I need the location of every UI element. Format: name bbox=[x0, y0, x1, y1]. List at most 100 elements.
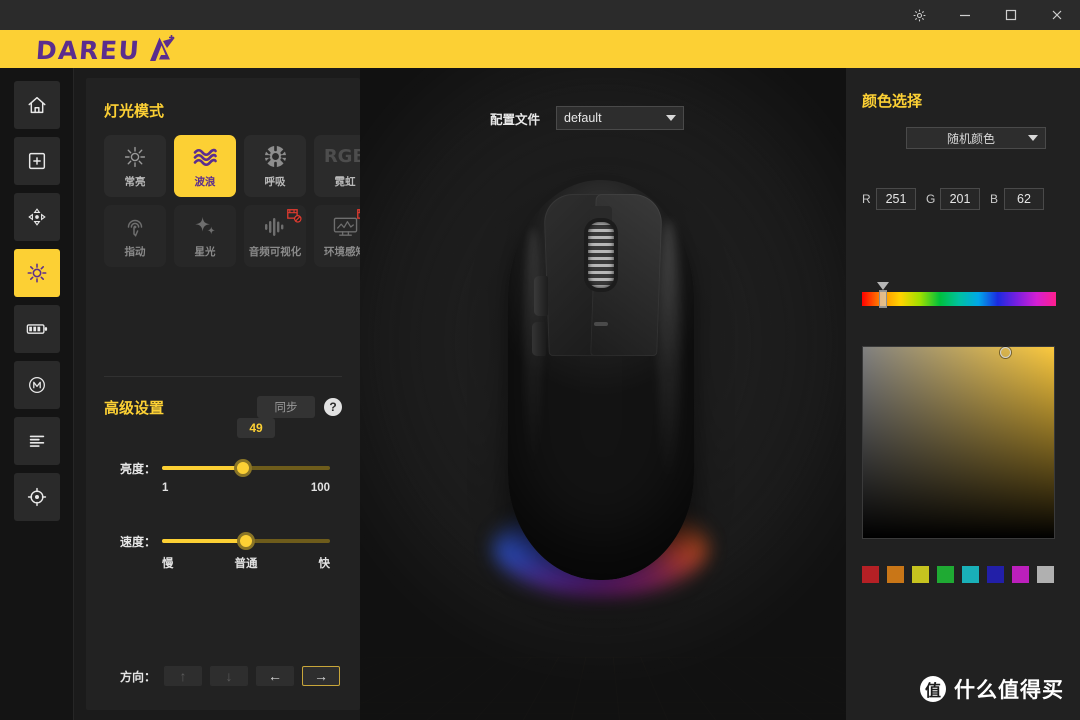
swatch-5[interactable] bbox=[987, 566, 1004, 583]
brightness-value-bubble: 49 bbox=[237, 418, 275, 438]
saturation-value-box[interactable] bbox=[862, 346, 1055, 539]
sidebar-item-list[interactable] bbox=[13, 417, 60, 465]
speed-track[interactable] bbox=[162, 532, 330, 550]
r-input[interactable]: 251 bbox=[876, 188, 916, 210]
minimize-icon bbox=[960, 14, 970, 17]
color-swatches bbox=[862, 566, 1054, 583]
mode-button-wave[interactable]: 波浪 bbox=[174, 135, 236, 197]
profile-row: 配置文件 default bbox=[490, 106, 685, 130]
lighting-panel-title: 灯光模式 bbox=[104, 103, 165, 120]
ripple-touch-icon bbox=[123, 214, 147, 240]
watermark-badge: 值 bbox=[920, 676, 946, 702]
mouse-scroll-wheel bbox=[588, 222, 614, 288]
brightness-fill bbox=[162, 466, 243, 470]
sidebar-item-calibration[interactable] bbox=[13, 473, 60, 521]
sidebar-item-home[interactable] bbox=[13, 81, 60, 129]
color-mode-select[interactable]: 随机颜色 bbox=[906, 127, 1046, 149]
close-button[interactable] bbox=[1034, 0, 1080, 30]
r-label: R bbox=[862, 192, 871, 206]
brightness-knob[interactable] bbox=[233, 459, 252, 477]
speed-tick-slow: 慢 bbox=[162, 558, 174, 570]
sidebar-item-macro[interactable] bbox=[13, 361, 60, 409]
swatch-0[interactable] bbox=[862, 566, 879, 583]
hue-slider[interactable] bbox=[862, 282, 1056, 308]
brightness-track[interactable] bbox=[162, 459, 330, 477]
settings-button[interactable] bbox=[896, 0, 942, 30]
audio-wave-icon bbox=[263, 214, 287, 240]
minimize-button[interactable] bbox=[942, 0, 988, 30]
body-area: 灯光模式 常亮 波浪 呼吸 RGB 霓虹 指动 星光 音频可视化 环境感知 高级… bbox=[0, 68, 1080, 720]
speed-tick-fast: 快 bbox=[318, 558, 331, 570]
speed-knob[interactable] bbox=[237, 532, 255, 550]
color-mode-value: 随机颜色 bbox=[946, 131, 995, 146]
app-window: DAREU 灯光模式 常亮 波浪 呼吸 RGB 霓虹 指动 星光 音频可视化 环… bbox=[0, 0, 1080, 720]
brightness-max: 100 bbox=[310, 482, 330, 494]
speed-ticks: 慢 普通 快 bbox=[162, 555, 330, 571]
mode-label: 波浪 bbox=[194, 175, 216, 188]
sun-rays-icon bbox=[123, 144, 147, 170]
home-icon bbox=[27, 96, 46, 114]
swatch-6[interactable] bbox=[1012, 566, 1029, 583]
sparkle-stars-icon bbox=[193, 214, 218, 240]
chevron-down-icon bbox=[1028, 135, 1038, 141]
mode-button-starlight[interactable]: 星光 bbox=[174, 205, 236, 267]
swatch-2[interactable] bbox=[912, 566, 929, 583]
gear-icon bbox=[913, 9, 925, 21]
mouse-side-button-1 bbox=[534, 276, 548, 316]
mode-label: 霓虹 bbox=[334, 175, 356, 188]
profile-select[interactable]: default bbox=[556, 106, 685, 130]
direction-row: 方向： ↑ ↓ ← → bbox=[104, 666, 342, 686]
help-button[interactable]: ? bbox=[324, 398, 342, 416]
sidebar-item-lighting[interactable] bbox=[13, 249, 60, 297]
monitor-chart-icon bbox=[333, 214, 358, 240]
swatch-1[interactable] bbox=[887, 566, 904, 583]
brightness-label: 亮度： bbox=[119, 462, 156, 476]
mode-label: 呼吸 bbox=[264, 175, 286, 188]
maximize-button[interactable] bbox=[988, 0, 1034, 30]
speed-label: 速度： bbox=[119, 535, 156, 549]
lighting-panel: 灯光模式 常亮 波浪 呼吸 RGB 霓虹 指动 星光 音频可视化 环境感知 高级… bbox=[86, 78, 376, 710]
direction-right-button[interactable]: → bbox=[302, 666, 340, 686]
hue-bar[interactable] bbox=[862, 292, 1056, 306]
direction-down-button[interactable]: ↓ bbox=[210, 666, 248, 686]
direction-left-button[interactable]: ← bbox=[256, 666, 294, 686]
speed-fill bbox=[162, 539, 246, 543]
watermark-text: 什么值得买 bbox=[954, 679, 1064, 702]
color-panel-title: 颜色选择 bbox=[862, 93, 923, 110]
waves-icon bbox=[192, 144, 218, 170]
crosshair-icon bbox=[27, 487, 46, 507]
mode-button-breathing[interactable]: 呼吸 bbox=[244, 135, 306, 197]
direction-label: 方向： bbox=[119, 669, 156, 684]
sync-button[interactable]: 同步 bbox=[257, 396, 315, 418]
plus-square-icon bbox=[28, 152, 45, 170]
sidebar-item-battery[interactable] bbox=[13, 305, 60, 353]
mode-button-steady[interactable]: 常亮 bbox=[104, 135, 166, 197]
hue-thumb[interactable] bbox=[879, 290, 888, 308]
mode-button-reactive[interactable]: 指动 bbox=[104, 205, 166, 267]
direction-up-button[interactable]: ↑ bbox=[164, 666, 202, 686]
list-lines-icon bbox=[29, 435, 44, 447]
brand-name: DAREU bbox=[34, 36, 142, 65]
move-arrows-icon bbox=[27, 208, 46, 226]
sidebar-item-buttons[interactable] bbox=[13, 137, 60, 185]
mouse-highlight-right bbox=[658, 220, 680, 490]
title-bar bbox=[0, 0, 1080, 30]
mode-button-audio-visualizer[interactable]: 音频可视化 bbox=[244, 205, 306, 267]
watermark: 值 什么值得买 bbox=[920, 674, 1064, 704]
swatch-7[interactable] bbox=[1037, 566, 1054, 583]
battery-icon bbox=[26, 324, 47, 334]
mode-label: 常亮 bbox=[124, 175, 146, 188]
sv-cursor[interactable] bbox=[1000, 346, 1012, 358]
mouse-preview bbox=[478, 180, 724, 600]
profile-label: 配置文件 bbox=[490, 112, 541, 127]
speed-tick-normal: 普通 bbox=[234, 558, 258, 570]
swatch-4[interactable] bbox=[962, 566, 979, 583]
g-input[interactable]: 201 bbox=[940, 188, 980, 210]
b-input[interactable]: 62 bbox=[1004, 188, 1044, 210]
swatch-3[interactable] bbox=[937, 566, 954, 583]
mouse-side-button-2 bbox=[532, 322, 546, 356]
sidebar-rail bbox=[0, 68, 74, 720]
close-icon bbox=[1052, 10, 1062, 20]
sidebar-item-dpi[interactable] bbox=[13, 193, 60, 241]
breathing-ring-icon bbox=[262, 144, 288, 170]
